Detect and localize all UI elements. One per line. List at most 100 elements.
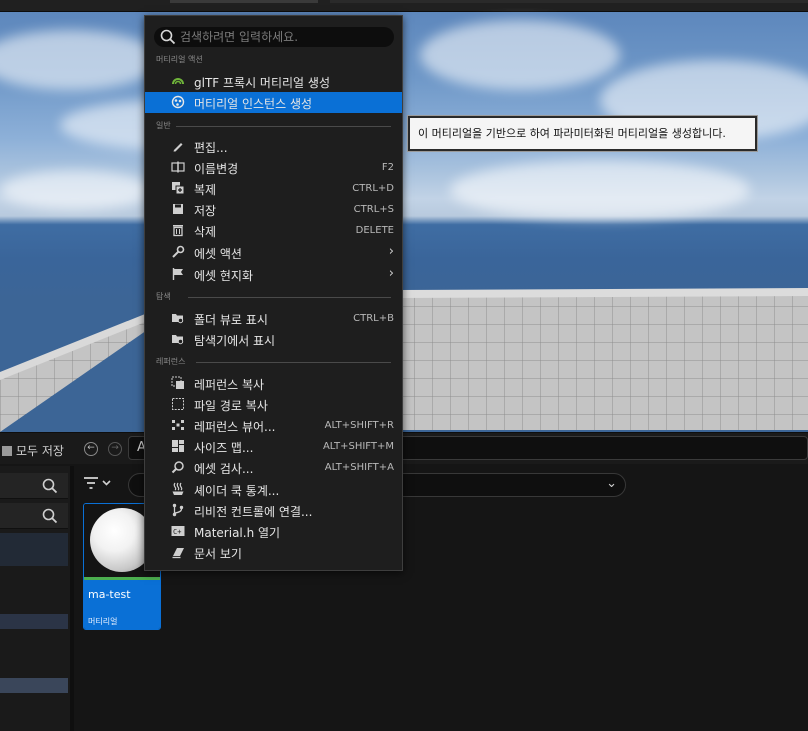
asset-info: ma-test 머티리얼 — [84, 580, 160, 629]
save-icon — [173, 204, 183, 214]
menu-item-label: 레퍼런스 뷰어... — [194, 420, 276, 434]
save-icon — [2, 446, 12, 456]
menu-item-shortcut: ALT+SHIFT+M — [322, 441, 394, 452]
menu-item-delete[interactable]: 삭제 DELETE — [145, 220, 402, 241]
section-label: 레퍼런스 — [156, 357, 186, 366]
section-label: 일반 — [156, 121, 171, 130]
menu-item-label: glTF 프록시 머티리얼 생성 — [194, 76, 330, 90]
menu-item-label: 셰이더 쿡 통계... — [194, 484, 280, 498]
menu-item-shortcut: DELETE — [355, 225, 394, 236]
material-instance-icon — [171, 95, 185, 109]
wrench-icon — [172, 245, 185, 258]
folder-row-selected[interactable] — [0, 678, 68, 693]
search-icon — [160, 29, 176, 45]
menu-item-label: 문서 보기 — [194, 547, 242, 561]
chevron-right-icon: › — [388, 266, 394, 281]
steam-icon — [172, 482, 184, 495]
back-button[interactable]: ← — [84, 442, 98, 456]
section-references: 레퍼런스 — [156, 356, 391, 368]
duplicate-icon — [172, 182, 185, 195]
menu-item-label: 삭제 — [194, 225, 217, 239]
menu-item-save[interactable]: 저장 CTRL+S — [145, 199, 402, 220]
save-all-label: 모두 저장 — [16, 444, 64, 458]
menu-item-label: 사이즈 맵... — [194, 441, 254, 455]
menu-item-rename[interactable]: 이름변경 F2 — [145, 157, 402, 178]
menu-item-show-in-folder-view[interactable]: 폴더 뷰로 표시 CTRL+B — [145, 308, 402, 329]
gltf-icon — [172, 78, 184, 85]
menu-item-edit[interactable]: 편집... — [145, 136, 402, 157]
menu-item-label: 에셋 현지화 — [194, 269, 254, 283]
menu-search-input[interactable] — [180, 28, 385, 46]
menu-item-view-documentation[interactable]: 문서 보기 — [145, 542, 402, 563]
folder-icon — [172, 335, 184, 345]
folder-row[interactable] — [0, 533, 68, 566]
menu-item-label: 이름변경 — [194, 162, 239, 176]
size-map-icon — [172, 440, 184, 452]
menu-item-label: 머티리얼 인스턴스 생성 — [194, 97, 313, 111]
menu-item-size-map[interactable]: 사이즈 맵... ALT+SHIFT+M — [145, 436, 402, 457]
rename-icon — [171, 161, 185, 173]
branch-icon — [172, 503, 184, 517]
flag-icon — [172, 268, 183, 280]
code-icon: C+ — [171, 526, 185, 536]
forward-button[interactable]: → — [108, 442, 122, 456]
menu-item-shortcut: CTRL+S — [353, 204, 394, 215]
asset-name: ma-test — [88, 588, 131, 601]
editor-window: 모두 저장 ← → A al — [0, 0, 808, 731]
menu-item-label: 편집... — [194, 141, 228, 155]
menu-item-create-material-instance[interactable]: 머티리얼 인스턴스 생성 — [145, 92, 402, 113]
menu-item-tooltip: 이 머티리얼을 기반으로 하여 파라미터화된 머티리얼을 생성합니다. — [408, 116, 757, 151]
menu-item-label: 저장 — [194, 204, 217, 218]
menu-item-copy-reference[interactable]: 레퍼런스 복사 — [145, 373, 402, 394]
svg-text:C+: C+ — [173, 528, 181, 536]
menu-item-gltf-proxy[interactable]: glTF 프록시 머티리얼 생성 — [145, 71, 402, 92]
section-label: 탐색 — [156, 292, 171, 301]
folder-search-icon — [172, 314, 184, 324]
reference-viewer-icon — [172, 420, 184, 430]
menu-item-shortcut: ALT+SHIFT+A — [324, 462, 394, 473]
asset-type: 머티리얼 — [88, 617, 118, 626]
filter-button[interactable] — [82, 474, 112, 496]
menu-item-asset-localization[interactable]: 에셋 현지화 › — [145, 264, 402, 285]
save-all-button[interactable]: 모두 저장 — [2, 442, 64, 459]
menu-item-audit-assets[interactable]: 에셋 검사... ALT+SHIFT+A — [145, 457, 402, 478]
menu-item-label: Material.h 열기 — [194, 526, 281, 540]
menu-item-asset-actions[interactable]: 에셋 액션 › — [145, 242, 402, 263]
search-icon — [42, 508, 58, 524]
level-viewport[interactable] — [0, 0, 808, 432]
floor-mesh — [0, 288, 808, 432]
folder-row[interactable] — [0, 614, 68, 629]
pencil-icon — [173, 143, 183, 152]
menu-item-copy-file-path[interactable]: 파일 경로 복사 — [145, 394, 402, 415]
search-icon — [42, 478, 58, 494]
chevron-down-icon[interactable]: ⌄ — [606, 476, 617, 491]
menu-item-open-material-h[interactable]: C+ Material.h 열기 — [145, 521, 402, 542]
copy-reference-icon — [171, 376, 184, 389]
menu-item-shortcut: CTRL+D — [352, 183, 394, 194]
chevron-right-icon: › — [388, 244, 394, 259]
menu-item-label: 에셋 검사... — [194, 462, 254, 476]
menu-item-shortcut: F2 — [381, 162, 394, 173]
sources-search[interactable] — [0, 473, 68, 499]
menu-item-reference-viewer[interactable]: 레퍼런스 뷰어... ALT+SHIFT+R — [145, 415, 402, 436]
menu-item-shortcut: ALT+SHIFT+R — [324, 420, 394, 431]
menu-item-label: 파일 경로 복사 — [194, 399, 268, 413]
menu-search-box[interactable] — [154, 27, 394, 47]
section-explore: 탐색 — [156, 291, 391, 303]
menu-item-label: 폴더 뷰로 표시 — [194, 313, 268, 327]
sources-panel — [0, 466, 70, 731]
menu-item-shader-cook-stats[interactable]: 셰이더 쿡 통계... — [145, 479, 402, 500]
book-icon — [172, 548, 184, 559]
trash-icon — [173, 225, 183, 237]
menu-item-show-in-explorer[interactable]: 탐색기에서 표시 — [145, 329, 402, 350]
menu-item-label: 리비전 컨트롤에 연결... — [194, 505, 313, 519]
folders-search[interactable] — [0, 503, 68, 529]
menu-item-connect-source-control[interactable]: 리비전 컨트롤에 연결... — [145, 500, 402, 521]
menu-item-duplicate[interactable]: 복제 CTRL+D — [145, 178, 402, 199]
copy-path-icon — [172, 398, 184, 410]
menu-item-label: 레퍼런스 복사 — [194, 378, 265, 392]
audit-icon — [171, 461, 184, 474]
asset-context-menu: 머티리얼 액션 glTF 프록시 머티리얼 생성 머티리얼 인스턴스 생성 일반… — [144, 15, 403, 571]
menu-item-label: 탐색기에서 표시 — [194, 334, 276, 348]
menu-item-label: 복제 — [194, 183, 217, 197]
